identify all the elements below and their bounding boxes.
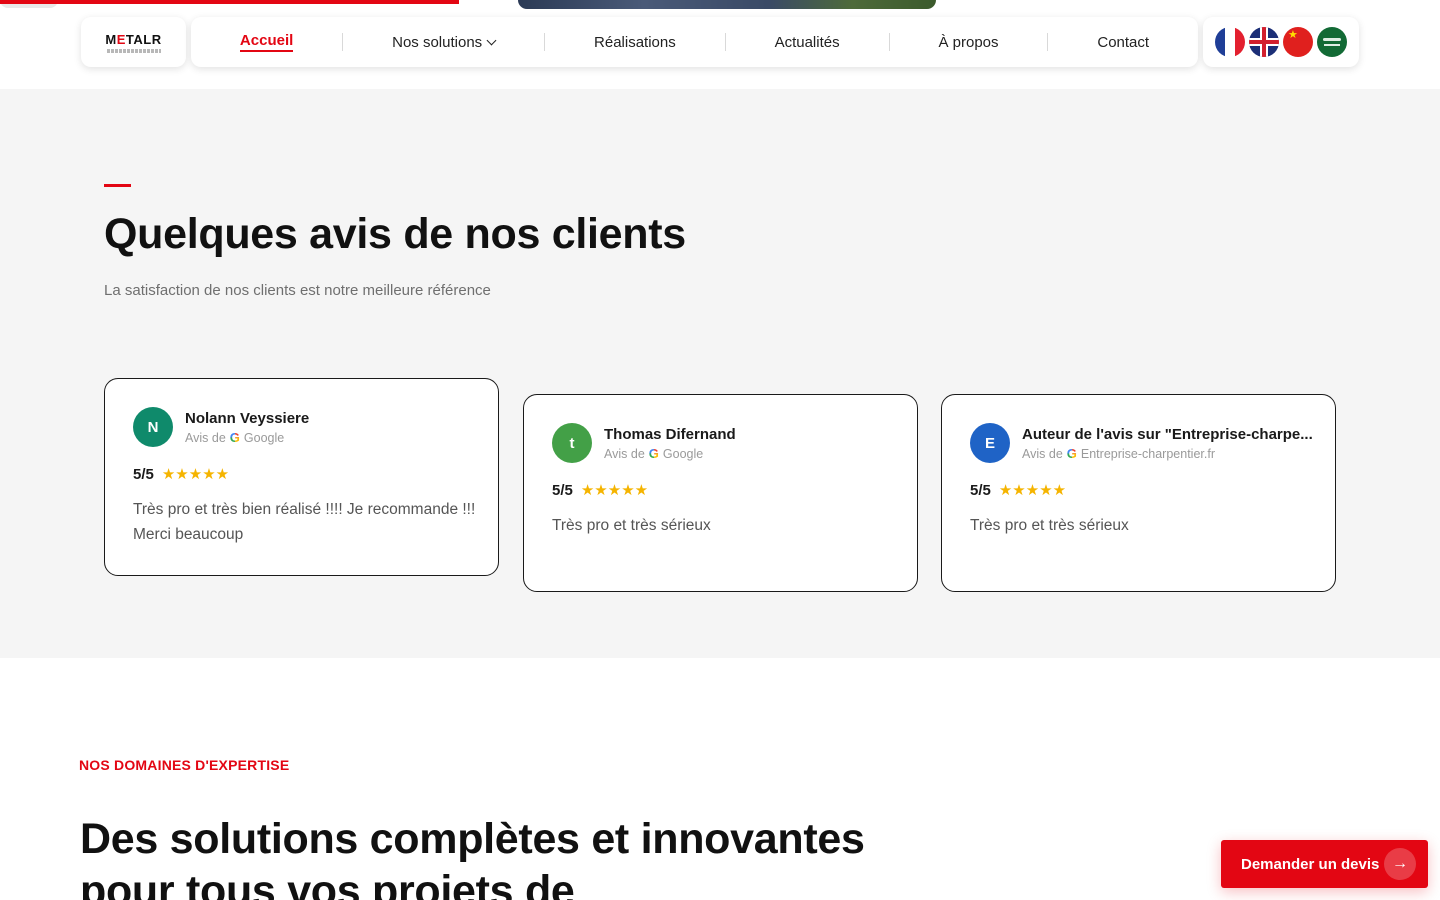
nav-item-contact[interactable]: Contact: [1048, 17, 1198, 67]
avatar: N: [133, 407, 173, 447]
language-switcher: ★: [1203, 17, 1359, 67]
expertise-tag: NOS DOMAINES D'EXPERTISE: [79, 757, 290, 773]
nav-item-nos-solutions[interactable]: Nos solutions: [343, 17, 544, 67]
avatar: E: [970, 423, 1010, 463]
google-icon: G: [229, 430, 240, 445]
review-card: t Thomas Difernand Avis de G Google 5/5 ★★★…: [523, 394, 918, 592]
review-source: Avis de G Entreprise-charpentier.fr: [1022, 446, 1215, 461]
review-rating: 5/5 ★★★★★: [133, 465, 230, 484]
nav-label: Actualités: [774, 33, 840, 51]
hero-image-strip: [518, 0, 936, 9]
arrow-right-icon: →: [1384, 848, 1416, 880]
main-nav: Accueil Nos solutions Réalisations Actua…: [191, 17, 1198, 67]
nav-item-realisations[interactable]: Réalisations: [545, 17, 725, 67]
fr-flag-icon[interactable]: [1215, 27, 1245, 57]
star-rating-icon: ★★★★★: [998, 482, 1067, 499]
nav-label: Contact: [1097, 33, 1150, 51]
review-text: Très pro et très sérieux: [552, 517, 711, 534]
cn-flag-icon[interactable]: ★: [1283, 27, 1313, 57]
google-icon: G: [1066, 446, 1077, 461]
chevron-down-icon: [486, 35, 497, 45]
reviews-section: Quelques avis de nos clients La satisfac…: [0, 89, 1440, 658]
nav-label: Accueil: [239, 32, 294, 52]
nav-item-actualites[interactable]: Actualités: [726, 17, 889, 67]
review-card: N Nolann Veyssiere Avis de G Google 5/5 ★★★…: [104, 378, 499, 576]
logo-text: METALR: [105, 31, 162, 47]
review-rating: 5/5 ★★★★★: [552, 481, 649, 500]
review-source: Avis de G Google: [185, 430, 285, 445]
nav-label: À propos: [938, 33, 999, 51]
uk-flag-icon[interactable]: [1249, 27, 1279, 57]
review-text: Très pro et très sérieux: [970, 517, 1129, 534]
avatar: t: [552, 423, 592, 463]
star-rating-icon: ★★★★★: [161, 466, 230, 483]
reviewer-name: Thomas Difernand: [604, 426, 736, 443]
google-icon: G: [648, 446, 659, 461]
cta-label: Demander un devis: [1241, 855, 1380, 873]
sa-flag-icon[interactable]: [1317, 27, 1347, 57]
reviews-title: Quelques avis de nos clients: [104, 210, 686, 258]
reviewer-name: Auteur de l'avis sur "Entreprise-charpe.…: [1022, 426, 1313, 443]
reviews-subtitle: La satisfaction de nos clients est notre…: [104, 282, 491, 299]
nav-label: Nos solutions: [392, 33, 483, 51]
review-card: E Auteur de l'avis sur "Entreprise-charp…: [941, 394, 1336, 592]
scroll-progress-bar: [0, 0, 459, 4]
section-accent-line: [104, 184, 131, 187]
expertise-title: Des solutions complètes et innovantes po…: [80, 815, 865, 900]
star-rating-icon: ★★★★★: [580, 482, 649, 499]
logo[interactable]: METALR: [81, 17, 186, 67]
nav-label: Réalisations: [594, 33, 676, 51]
reviewer-name: Nolann Veyssiere: [185, 410, 310, 427]
logo-tagline: [106, 48, 161, 53]
review-source: Avis de G Google: [604, 446, 704, 461]
nav-item-a-propos[interactable]: À propos: [890, 17, 1048, 67]
nav-item-accueil[interactable]: Accueil: [191, 17, 342, 67]
review-text: Très pro et très bien réalisé !!!! Je re…: [133, 501, 476, 543]
review-rating: 5/5 ★★★★★: [970, 481, 1067, 500]
request-quote-button[interactable]: Demander un devis →: [1221, 840, 1428, 888]
